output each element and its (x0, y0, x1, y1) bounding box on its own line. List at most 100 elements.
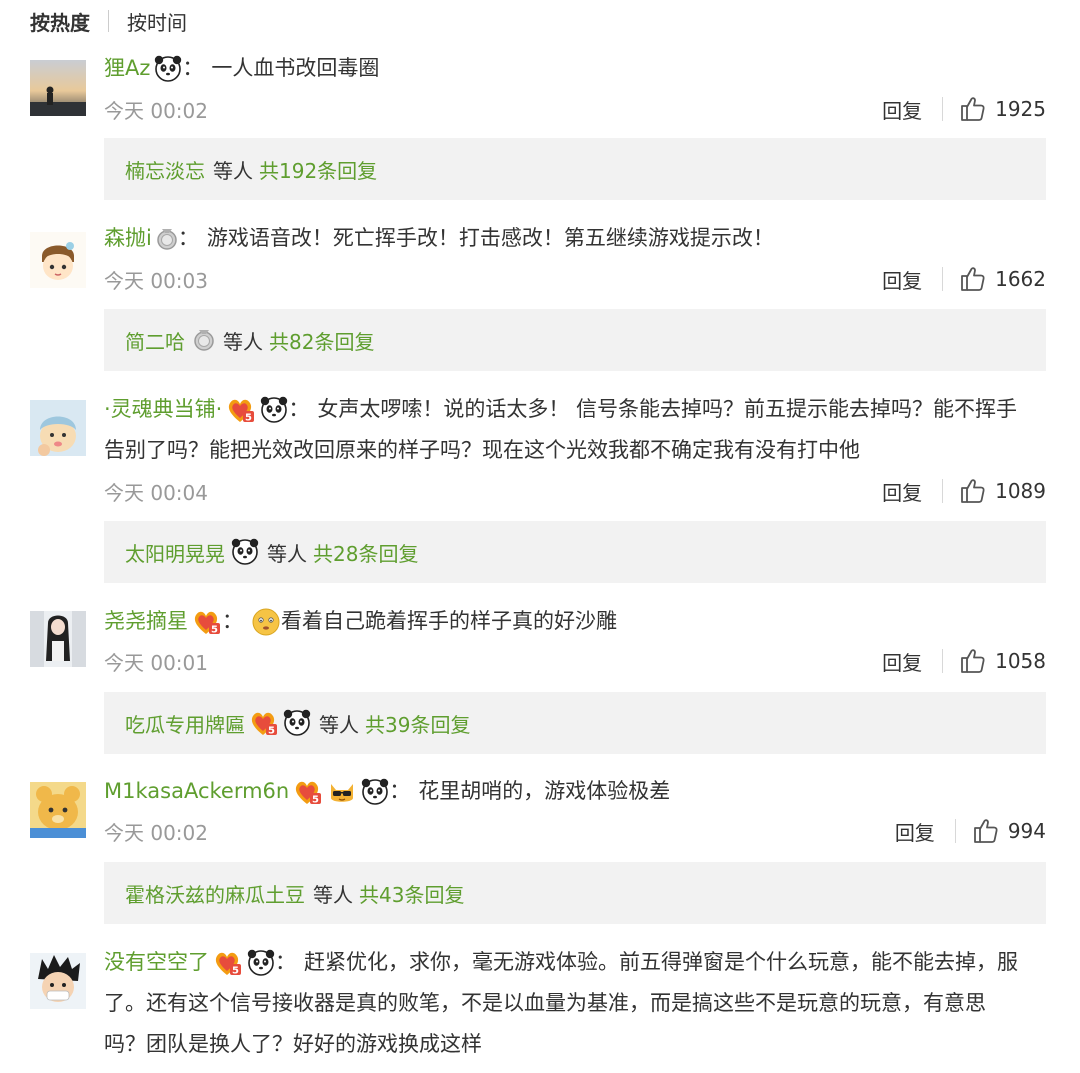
reply-button[interactable]: 回复 (882, 95, 922, 124)
like-count: 994 (1007, 819, 1046, 843)
comment-text: M1kasaAckerm6n：花里胡哨的，游戏体验极差 (104, 771, 1050, 812)
sub-reply-user[interactable]: 简二哈 (125, 326, 185, 355)
comment-text-continued: 吗？团队是换人了？好好的游戏换成这样 (104, 1024, 1050, 1065)
reply-button[interactable]: 回复 (882, 265, 922, 294)
like-button[interactable]: 1662 (959, 265, 1046, 293)
panda-icon (247, 949, 275, 976)
sub-reply-user[interactable]: 吃瓜专用牌匾 (125, 709, 245, 738)
comment-text-continued: 告别了吗？能把光效改回原来的样子吗？现在这个光效我都不确定我有没有打中他 (104, 430, 1050, 471)
comment-content-line1: 赶紧优化，求你，毫无游戏体验。前五得弹窗是个什么玩意，能不能去掉，服 (304, 950, 1018, 974)
like-count: 1925 (995, 97, 1046, 121)
others-label: 等人 (267, 541, 307, 566)
meta-divider (942, 649, 944, 673)
vip-heart-icon (296, 781, 322, 806)
thumbs-up-icon (961, 479, 985, 503)
comment-content-line1: 女声太啰嗦！说的话太多！ 信号条能去掉吗？前五提示能去掉吗？能不挥手 (317, 397, 1018, 421)
like-count: 1089 (995, 479, 1046, 503)
sub-replies-box[interactable]: 霍格沃兹的麻瓜土豆 等人 共43条回复 (104, 862, 1046, 924)
reply-button[interactable]: 回复 (882, 647, 922, 676)
like-button[interactable]: 994 (972, 817, 1046, 845)
embarrassed-face-emoji-icon (252, 608, 280, 636)
others-label: 等人 (223, 329, 263, 354)
sub-replies-box[interactable]: 楠忘淡忘 等人 共192条回复 (104, 138, 1046, 200)
sort-divider (108, 10, 109, 32)
panda-icon (361, 778, 390, 805)
sort-bar: 按热度 按时间 (30, 6, 187, 36)
username[interactable]: 没有空空了 (104, 950, 209, 974)
reply-button[interactable]: 回复 (895, 817, 935, 846)
reply-count-link[interactable]: 共82条回复 (269, 326, 374, 355)
comment-content-line3: 吗？团队是换人了？好好的游戏换成这样 (104, 1032, 482, 1056)
avatar[interactable] (30, 400, 86, 456)
panda-icon (283, 709, 311, 736)
reply-count-link[interactable]: 共39条回复 (365, 709, 470, 738)
sub-reply-user[interactable]: 霍格沃兹的麻瓜土豆 (125, 879, 305, 908)
others-label: 等人 (313, 882, 353, 907)
meta-divider (954, 819, 956, 843)
username[interactable]: ·灵魂典当铺· (104, 397, 222, 421)
username[interactable]: 狸Az (104, 56, 150, 80)
comment-content: 一人血书改回毒圈 (211, 56, 380, 80)
username[interactable]: M1kasaAckerm6n (104, 779, 289, 803)
sub-replies-box[interactable]: 简二哈 等人 共82条回复 (104, 309, 1046, 371)
comment-text: 尧尧摘星：看着自己跪着挥手的样子真的好沙雕 (104, 601, 1050, 642)
avatar[interactable] (30, 782, 86, 838)
reply-count-link[interactable]: 共43条回复 (359, 879, 464, 908)
reply-button[interactable]: 回复 (882, 477, 922, 506)
comment-content-line2: 告别了吗？能把光效改回原来的样子吗？现在这个光效我都不确定我有没有打中他 (104, 438, 860, 462)
meta-divider (942, 267, 944, 291)
comment-meta: 今天 00:02 回复 1925 (104, 94, 1046, 124)
reply-count-link[interactable]: 共28条回复 (313, 538, 418, 567)
sub-replies-box[interactable]: 吃瓜专用牌匾 等人 共39条回复 (104, 692, 1046, 754)
cool-cat-icon (331, 784, 354, 802)
others-label: 等人 (319, 712, 359, 737)
comment-time: 今天 00:02 (104, 98, 208, 123)
avatar-image (30, 782, 86, 838)
panda-icon (154, 55, 183, 82)
like-button[interactable]: 1089 (959, 477, 1046, 505)
comment-meta: 今天 00:04 回复 1089 (104, 476, 1046, 506)
vip-heart-icon (215, 952, 241, 977)
panda-icon (260, 396, 289, 423)
comment-meta: 今天 00:02 回复 994 (104, 816, 1046, 846)
comment-time: 今天 00:03 (104, 268, 208, 293)
username[interactable]: 尧尧摘星 (104, 609, 188, 633)
sort-by-hot-tab[interactable]: 按热度 (30, 7, 90, 36)
like-button[interactable]: 1058 (959, 647, 1046, 675)
comment-text: 没有空空了：赶紧优化，求你，毫无游戏体验。前五得弹窗是个什么玩意，能不能去掉，服 (104, 942, 1050, 983)
reply-count-link[interactable]: 共192条回复 (259, 155, 377, 184)
sub-reply-user[interactable]: 太阳明晃晃 (125, 538, 225, 567)
sub-reply-user[interactable]: 楠忘淡忘 (125, 155, 205, 184)
like-button[interactable]: 1925 (959, 95, 1046, 123)
avatar[interactable] (30, 60, 86, 116)
others-label: 等人 (213, 158, 253, 183)
thumbs-up-icon (961, 97, 985, 121)
comment-text: ·灵魂典当铺·：女声太啰嗦！说的话太多！ 信号条能去掉吗？前五提示能去掉吗？能不… (104, 389, 1050, 430)
like-count: 1662 (995, 267, 1046, 291)
username[interactable]: 森抛i (104, 226, 152, 250)
sort-by-time-tab[interactable]: 按时间 (127, 7, 187, 36)
avatar[interactable] (30, 953, 86, 1009)
comment-content: 花里胡哨的，游戏体验极差 (418, 779, 671, 803)
meta-divider (942, 97, 944, 121)
thumbs-up-icon (961, 649, 985, 673)
avatar-image (30, 611, 86, 667)
avatar-image (30, 400, 86, 456)
comment-meta: 今天 00:03 回复 1662 (104, 264, 1046, 294)
avatar[interactable] (30, 611, 86, 667)
avatar[interactable] (30, 232, 86, 288)
avatar-image (30, 60, 86, 116)
sub-replies-box[interactable]: 太阳明晃晃 等人 共28条回复 (104, 521, 1046, 583)
medal-icon (157, 228, 177, 250)
avatar-image (30, 953, 86, 1009)
comment-content: 看着自己跪着挥手的样子真的好沙雕 (281, 609, 617, 633)
thumbs-up-icon (973, 819, 998, 843)
vip-heart-icon (251, 712, 277, 737)
comment-content-line2: 了。还有这个信号接收器是真的败笔，不是以血量为基准，而是搞这些不是玩意的玩意，有… (104, 991, 986, 1015)
vip-heart-icon (229, 399, 255, 424)
comment-text-continued: 了。还有这个信号接收器是真的败笔，不是以血量为基准，而是搞这些不是玩意的玩意，有… (104, 983, 1050, 1024)
comment-text: 森抛i：游戏语音改！死亡挥手改！打击感改！第五继续游戏提示改！ (104, 226, 774, 250)
thumbs-up-icon (961, 267, 985, 291)
vip-heart-icon (194, 611, 220, 636)
panda-icon (231, 538, 259, 565)
